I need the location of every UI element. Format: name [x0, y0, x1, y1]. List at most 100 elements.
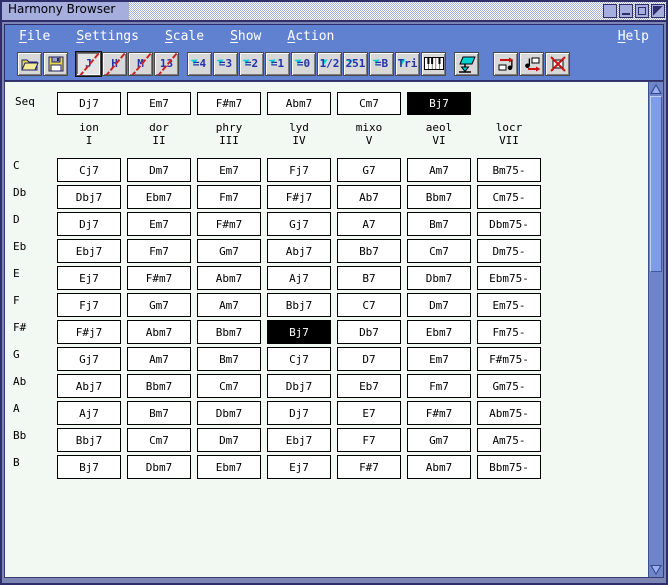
chord-cell-a-dj7[interactable]: Dj7	[267, 401, 331, 425]
chord-cell-b-bj7[interactable]: Bj7	[57, 455, 121, 479]
chord-cell-e-aj7[interactable]: Aj7	[267, 266, 331, 290]
chord-cell-f-fj7[interactable]: Fj7	[57, 293, 121, 317]
chord-cell-db-bbm7[interactable]: Bbm7	[407, 185, 471, 209]
chord-cell-c-g7[interactable]: G7	[337, 158, 401, 182]
chord-cell-e-ebm75-[interactable]: Ebm75-	[477, 266, 541, 290]
notation-toggle-13[interactable]: 13	[154, 52, 179, 76]
seq-chord-em7[interactable]: Em7	[127, 92, 191, 115]
menu-file[interactable]: File	[19, 29, 50, 44]
chord-cell-b-dbm7[interactable]: Dbm7	[127, 455, 191, 479]
chord-cell-e-b7[interactable]: B7	[337, 266, 401, 290]
chord-cell-eb-fm7[interactable]: Fm7	[127, 239, 191, 263]
chord-cell-g-gj7[interactable]: Gj7	[57, 347, 121, 371]
chord-cell-fsharp-ebm7[interactable]: Ebm7	[407, 320, 471, 344]
menu-settings[interactable]: Settings	[76, 29, 139, 44]
chord-cell-b-abm7[interactable]: Abm7	[407, 455, 471, 479]
chord-cell-a-aj7[interactable]: Aj7	[57, 401, 121, 425]
chord-cell-f-c7[interactable]: C7	[337, 293, 401, 317]
delete-chord-button[interactable]	[545, 52, 570, 76]
chord-cell-d-fsharpm7[interactable]: F#m7	[197, 212, 261, 236]
chord-cell-c-am7[interactable]: Am7	[407, 158, 471, 182]
chord-cell-g-bm7[interactable]: Bm7	[197, 347, 261, 371]
chord-cell-eb-ebj7[interactable]: Ebj7	[57, 239, 121, 263]
chord-cell-d-a7[interactable]: A7	[337, 212, 401, 236]
chord-cell-ab-cm7[interactable]: Cm7	[197, 374, 261, 398]
chord-cell-d-gj7[interactable]: Gj7	[267, 212, 331, 236]
chord-cell-f-bbj7[interactable]: Bbj7	[267, 293, 331, 317]
chord-cell-bb-cm7[interactable]: Cm7	[127, 428, 191, 452]
chord-cell-g-fsharpm75-[interactable]: F#m75-	[477, 347, 541, 371]
chord-cell-c-dm7[interactable]: Dm7	[127, 158, 191, 182]
chord-cell-db-ebm7[interactable]: Ebm7	[127, 185, 191, 209]
seq-chord-dj7[interactable]: Dj7	[57, 92, 121, 115]
voicing-button--4[interactable]: =4	[187, 52, 212, 76]
voicing-button--1[interactable]: =1	[265, 52, 290, 76]
seq-chord-abm7[interactable]: Abm7	[267, 92, 331, 115]
notation-toggle-j[interactable]: J	[76, 52, 101, 76]
chord-cell-eb-dm75-[interactable]: Dm75-	[477, 239, 541, 263]
chord-cell-a-bm7[interactable]: Bm7	[127, 401, 191, 425]
insert-chord-button[interactable]	[493, 52, 518, 76]
chord-cell-a-e7[interactable]: E7	[337, 401, 401, 425]
chord-cell-d-bm7[interactable]: Bm7	[407, 212, 471, 236]
chord-cell-fsharp-bbm7[interactable]: Bbm7	[197, 320, 261, 344]
chord-cell-b-bbm75-[interactable]: Bbm75-	[477, 455, 541, 479]
chord-cell-d-em7[interactable]: Em7	[127, 212, 191, 236]
chord-cell-bb-ebj7[interactable]: Ebj7	[267, 428, 331, 452]
chord-cell-c-fj7[interactable]: Fj7	[267, 158, 331, 182]
chord-cell-e-fsharpm7[interactable]: F#m7	[127, 266, 191, 290]
chord-cell-db-fsharpj7[interactable]: F#j7	[267, 185, 331, 209]
chord-cell-db-ab7[interactable]: Ab7	[337, 185, 401, 209]
chord-cell-e-dbm7[interactable]: Dbm7	[407, 266, 471, 290]
chord-cell-ab-gm75-[interactable]: Gm75-	[477, 374, 541, 398]
chord-cell-ab-eb7[interactable]: Eb7	[337, 374, 401, 398]
voicing-button-251[interactable]: 251	[343, 52, 368, 76]
menu-action[interactable]: Action	[287, 29, 334, 44]
chord-cell-a-dbm7[interactable]: Dbm7	[197, 401, 261, 425]
chord-cell-db-fm7[interactable]: Fm7	[197, 185, 261, 209]
voicing-button--3[interactable]: =3	[213, 52, 238, 76]
chord-cell-c-em7[interactable]: Em7	[197, 158, 261, 182]
titlebar[interactable]: Harmony Browser	[2, 2, 666, 22]
chord-cell-eb-gm7[interactable]: Gm7	[197, 239, 261, 263]
chord-cell-f-am7[interactable]: Am7	[197, 293, 261, 317]
minimize-icon[interactable]	[619, 4, 633, 18]
chord-cell-fsharp-fm75-[interactable]: Fm75-	[477, 320, 541, 344]
chord-cell-db-dbj7[interactable]: Dbj7	[57, 185, 121, 209]
chord-cell-g-am7[interactable]: Am7	[127, 347, 191, 371]
voicing-button-tri[interactable]: Tri	[395, 52, 420, 76]
voicing-button--0[interactable]: =0	[291, 52, 316, 76]
voicing-button--2[interactable]: =2	[239, 52, 264, 76]
keyboard-voicing-button[interactable]	[421, 52, 446, 76]
menu-help[interactable]: Help	[618, 29, 649, 44]
chord-cell-b-fsharp7[interactable]: F#7	[337, 455, 401, 479]
open-file-button[interactable]	[17, 52, 42, 76]
chord-cell-bb-f7[interactable]: F7	[337, 428, 401, 452]
chord-cell-g-em7[interactable]: Em7	[407, 347, 471, 371]
chord-cell-bb-dm7[interactable]: Dm7	[197, 428, 261, 452]
chord-cell-c-bm75-[interactable]: Bm75-	[477, 158, 541, 182]
voicing-button-1-2[interactable]: 1/2	[317, 52, 342, 76]
chord-cell-fsharp-bj7[interactable]: Bj7	[267, 320, 331, 344]
vertical-scrollbar[interactable]	[648, 82, 663, 577]
chord-cell-fsharp-db7[interactable]: Db7	[337, 320, 401, 344]
chord-cell-e-abm7[interactable]: Abm7	[197, 266, 261, 290]
flip-sequence-button[interactable]	[454, 52, 479, 76]
chord-cell-d-dbm75-[interactable]: Dbm75-	[477, 212, 541, 236]
maximize-icon[interactable]	[635, 4, 649, 18]
seq-chord-fsharpm7[interactable]: F#m7	[197, 92, 261, 115]
notation-toggle-m[interactable]: M	[128, 52, 153, 76]
chord-cell-g-d7[interactable]: D7	[337, 347, 401, 371]
chord-cell-g-cj7[interactable]: Cj7	[267, 347, 331, 371]
chord-cell-ab-fm7[interactable]: Fm7	[407, 374, 471, 398]
chord-cell-ab-dbj7[interactable]: Dbj7	[267, 374, 331, 398]
chord-cell-f-dm7[interactable]: Dm7	[407, 293, 471, 317]
chord-cell-a-abm75-[interactable]: Abm75-	[477, 401, 541, 425]
menu-show[interactable]: Show	[230, 29, 261, 44]
chord-cell-eb-cm7[interactable]: Cm7	[407, 239, 471, 263]
chord-cell-ab-bbm7[interactable]: Bbm7	[127, 374, 191, 398]
scroll-down-arrow-icon[interactable]	[649, 563, 663, 577]
menu-scale[interactable]: Scale	[165, 29, 204, 44]
seq-chord-cm7[interactable]: Cm7	[337, 92, 401, 115]
chord-cell-bb-gm7[interactable]: Gm7	[407, 428, 471, 452]
